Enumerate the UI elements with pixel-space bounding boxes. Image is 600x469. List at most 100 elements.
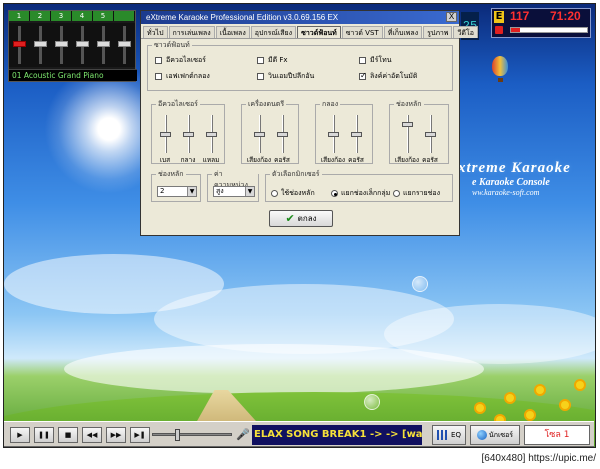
group-title: ช่องหลัก: [394, 99, 424, 110]
bubble: [412, 276, 428, 292]
song-progress-bar: [510, 27, 588, 33]
checkbox[interactable]: [155, 73, 162, 80]
checkbox[interactable]: [257, 57, 264, 64]
tab-lyrics[interactable]: เนื้อเพลง: [215, 26, 250, 38]
channel-number[interactable]: 1: [9, 11, 30, 21]
eq-slider[interactable]: [183, 115, 194, 153]
instrument-group: เครื่องดนตรี เสียงก้อง คอรัส: [241, 99, 299, 164]
checkbox-label: มีดี Fx: [268, 56, 288, 64]
channel-number[interactable]: 2: [30, 11, 51, 21]
singer-button[interactable]: นักเซอร์: [470, 425, 520, 445]
channel-numbers: 1 2 3 4 5: [9, 11, 135, 21]
checkbox[interactable]: [155, 57, 162, 64]
checkbox-auto-link[interactable]: ลิงค์ค่าอัตโนมัติ: [359, 71, 417, 82]
channel-number[interactable]: 3: [51, 11, 72, 21]
eq-slider[interactable]: [160, 115, 171, 153]
play-button[interactable]: ▶: [10, 427, 30, 443]
tab-images[interactable]: รูปภาพ: [423, 26, 453, 38]
tab-soundfont[interactable]: ซาวด์ฟ้อนท์: [297, 26, 341, 38]
tab-video[interactable]: วีดีโอ: [453, 26, 478, 38]
instrument-slider[interactable]: [254, 115, 265, 153]
checkbox[interactable]: [359, 57, 366, 64]
group-title: ตัวเลือกมิกเซอร์: [270, 169, 322, 180]
tab-song-storage[interactable]: ที่เก็บเพลง: [383, 26, 423, 38]
drum-slider[interactable]: [328, 115, 339, 153]
checkbox-label: อีควอไลเซอร์: [166, 56, 206, 64]
group-title: อีควอไลเซอร์: [156, 99, 200, 110]
radio-lead-channel[interactable]: ใช้ช่องหลัก: [271, 188, 315, 199]
channel-number[interactable]: [114, 11, 135, 21]
channel-fader[interactable]: [51, 23, 72, 67]
soundfont-group: ซาวด์ฟ้อนท์: [147, 40, 453, 91]
eq-slider[interactable]: [206, 115, 217, 153]
checkbox-window-mode[interactable]: วินเอมปีปลีกอัน: [257, 71, 314, 82]
next-button[interactable]: ▶❚: [130, 427, 150, 443]
flower: [504, 392, 516, 404]
globe-icon: [476, 430, 487, 440]
vocal-mode-display[interactable]: โซล 1: [524, 425, 590, 445]
cloud: [64, 344, 484, 394]
instrument-slider[interactable]: [277, 115, 288, 153]
channel-fader[interactable]: [72, 23, 93, 67]
logo-line: ww.karaoke-soft.com: [472, 188, 540, 197]
checkbox-equalizer[interactable]: อีควอไลเซอร์: [155, 55, 206, 66]
checkmark-icon: ✔: [285, 212, 295, 225]
radio-button-selected[interactable]: [331, 190, 338, 197]
seek-bar[interactable]: [152, 429, 232, 441]
bubble: [364, 394, 380, 410]
select-value: 2: [160, 187, 165, 195]
settings-tabs: ทั่วไป การเล่นเพลง เนื้อเพลง อุปกรณ์เสีย…: [141, 26, 478, 39]
ok-button[interactable]: ✔ ตกลง: [269, 210, 333, 227]
channel-number[interactable]: 5: [93, 11, 114, 21]
checkbox-drum-effect[interactable]: เอฟเฟกต์กลอง: [155, 71, 210, 82]
channel-number[interactable]: 4: [72, 11, 93, 21]
checkbox[interactable]: [257, 73, 264, 80]
radio-label: แยกรายช่อง: [403, 189, 441, 197]
tab-general[interactable]: ทั่วไป: [143, 26, 168, 38]
lead-slider[interactable]: [425, 115, 436, 153]
chevron-down-icon[interactable]: ▼: [187, 187, 196, 196]
channel-fader[interactable]: [114, 23, 135, 67]
drum-slider[interactable]: [351, 115, 362, 153]
channel-fader[interactable]: [93, 23, 114, 67]
rewind-button[interactable]: ◀◀: [82, 427, 102, 443]
flower: [574, 379, 586, 391]
microphone-icon[interactable]: 🎤: [236, 428, 250, 442]
channel-fader[interactable]: [30, 23, 51, 67]
radio-split-each[interactable]: แยกรายช่อง: [393, 188, 440, 199]
tab-playback[interactable]: การเล่นเพลง: [168, 26, 215, 38]
checkbox-mute-tone[interactable]: มีร์โทน: [359, 55, 392, 66]
seek-thumb[interactable]: [175, 429, 181, 441]
hot-air-balloon-icon: [492, 56, 508, 76]
equalizer-icon: [437, 430, 450, 440]
flower: [534, 384, 546, 396]
dialog-title: eXtreme Karaoke Professional Edition v3.…: [146, 13, 339, 22]
pause-button[interactable]: ❚❚: [34, 427, 54, 443]
delay-select[interactable]: สูง ▼: [213, 186, 255, 197]
dialog-titlebar[interactable]: eXtreme Karaoke Professional Edition v3.…: [141, 11, 459, 24]
slider-label: คอรัส: [422, 156, 438, 164]
eq-button[interactable]: EQ: [432, 425, 466, 445]
flower: [559, 399, 571, 411]
lyric-ticker: ELAX SONG BREAK1 -> -> [watgb: [252, 425, 422, 445]
radio-button[interactable]: [393, 190, 400, 197]
stop-button[interactable]: ■: [58, 427, 78, 443]
close-button[interactable]: X: [446, 12, 457, 22]
checkbox-checked[interactable]: [359, 71, 367, 80]
slider-label: คอรัส: [348, 156, 364, 164]
forward-button[interactable]: ▶▶: [106, 427, 126, 443]
lead-channel-select[interactable]: 2 ▼: [157, 186, 197, 197]
tab-audio-device[interactable]: อุปกรณ์เสียง: [250, 26, 297, 38]
chevron-down-icon[interactable]: ▼: [245, 187, 254, 196]
channel-mixer: 1 2 3 4 5 01 Acoustic Grand Piano: [8, 10, 137, 82]
select-value: สูง: [216, 187, 224, 195]
lead-slider[interactable]: [402, 115, 413, 153]
channel-fader[interactable]: [9, 23, 30, 67]
instrument-name[interactable]: 01 Acoustic Grand Piano: [9, 69, 137, 81]
radio-split-group[interactable]: แยกช่องเล็กกลุ่ม: [331, 188, 390, 199]
group-title: กลอง: [320, 99, 341, 110]
checkbox-midi-fx[interactable]: มีดี Fx: [257, 55, 288, 66]
radio-button[interactable]: [271, 190, 278, 197]
radio-label: แยกช่องเล็กกลุ่ม: [341, 189, 391, 197]
tab-sound-vst[interactable]: ซาวด์ VST: [341, 26, 383, 38]
